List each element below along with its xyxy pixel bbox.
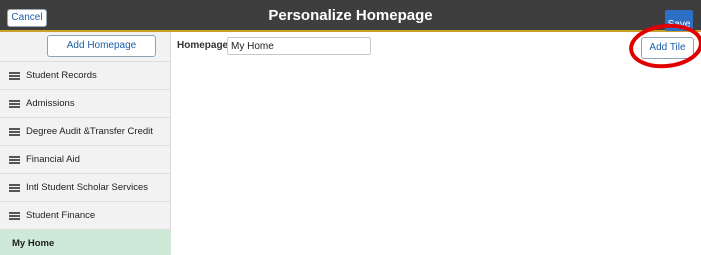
add-tile-button[interactable]: Add Tile — [641, 37, 694, 59]
add-homepage-button[interactable]: Add Homepage — [47, 35, 156, 57]
add-homepage-row: Add Homepage — [0, 32, 171, 61]
homepage-name-input[interactable] — [227, 37, 371, 55]
homepage-label: Homepage — [177, 40, 229, 51]
hamburger-menu-icon[interactable] — [9, 184, 20, 192]
page-title: Personalize Homepage — [268, 7, 433, 24]
sidebar-item-intl-student-scholar-services[interactable]: Intl Student Scholar Services — [0, 173, 171, 201]
sidebar-item-label: Financial Aid — [26, 154, 80, 165]
hamburger-menu-icon[interactable] — [9, 128, 20, 136]
sidebar-item-student-records[interactable]: Student Records — [0, 61, 171, 89]
hamburger-menu-icon[interactable] — [9, 212, 20, 220]
sidebar-item-student-finance[interactable]: Student Finance — [0, 201, 171, 229]
sidebar-item-financial-aid[interactable]: Financial Aid — [0, 145, 171, 173]
sidebar-item-label: Admissions — [26, 98, 75, 109]
top-header-bar: Cancel Personalize Homepage Save — [0, 0, 701, 32]
hamburger-menu-icon[interactable] — [9, 72, 20, 80]
sidebar-item-my-home[interactable]: My Home — [0, 229, 171, 255]
sidebar-item-label: Degree Audit &Transfer Credit — [26, 126, 153, 137]
sidebar-item-label: My Home — [12, 238, 55, 249]
sidebar-item-label: Student Finance — [26, 210, 96, 221]
cancel-button[interactable]: Cancel — [7, 9, 47, 27]
sidebar-item-label: Student Records — [26, 70, 97, 81]
hamburger-menu-icon[interactable] — [9, 100, 20, 108]
sidebar-item-label: Intl Student Scholar Services — [26, 182, 148, 193]
sidebar-item-admissions[interactable]: Admissions — [0, 89, 171, 117]
hamburger-menu-icon[interactable] — [9, 156, 20, 164]
save-button[interactable]: Save — [665, 10, 693, 31]
sidebar-item-degree-audit[interactable]: Degree Audit &Transfer Credit — [0, 117, 171, 145]
homepage-sidebar: Add Homepage Student Records Admissions … — [0, 32, 171, 255]
